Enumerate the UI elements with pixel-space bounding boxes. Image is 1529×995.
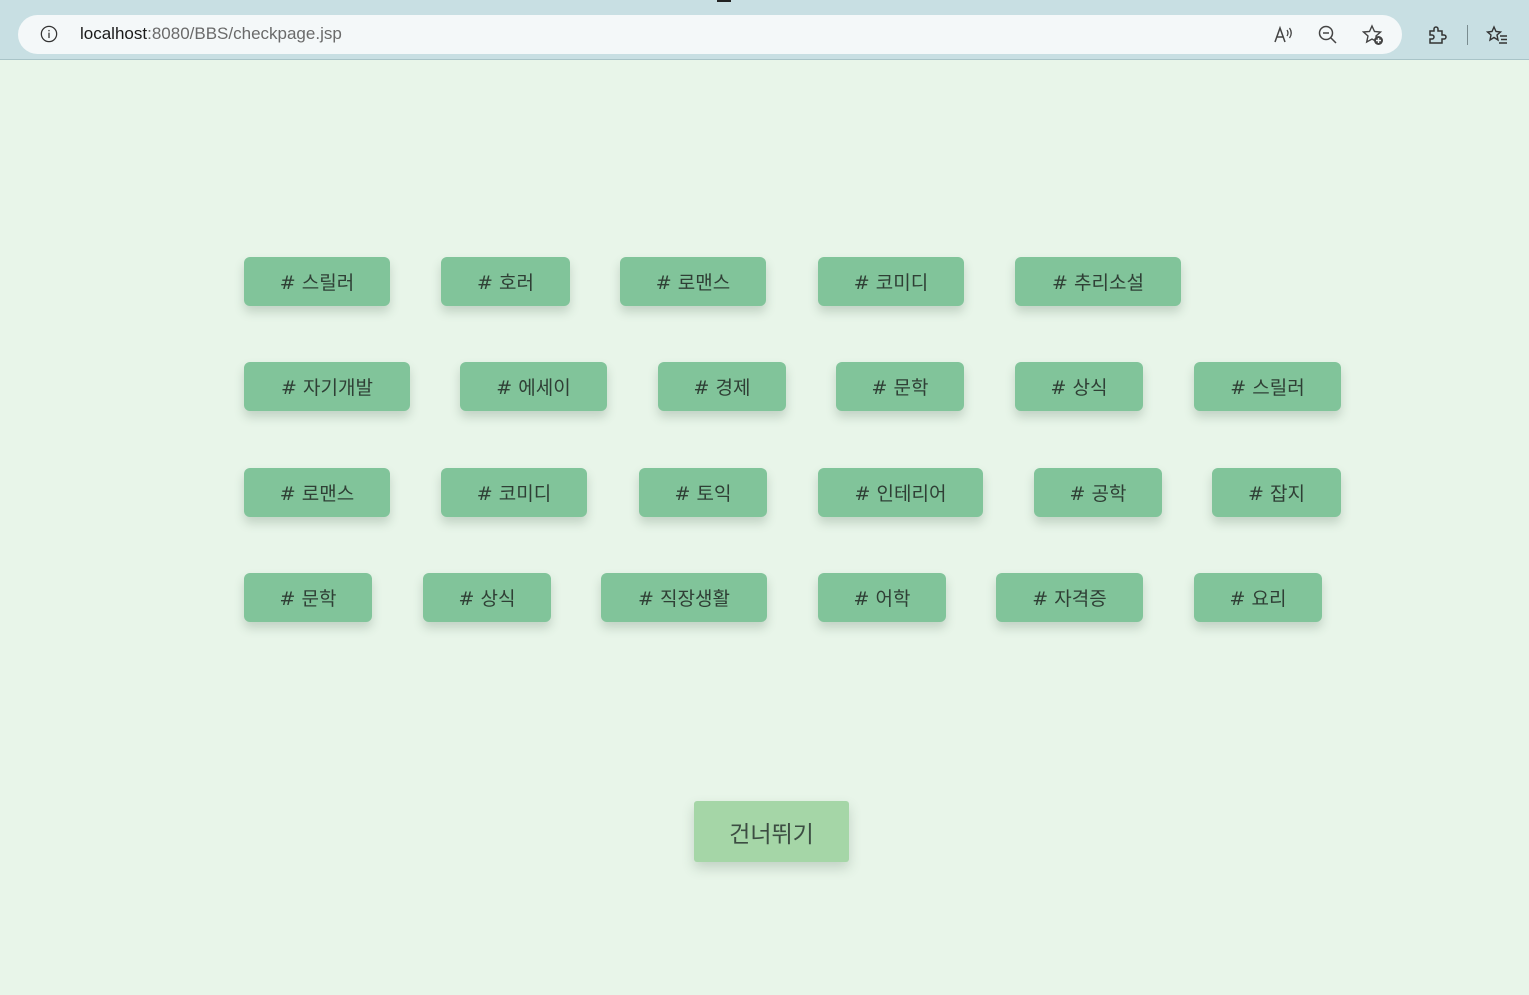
read-aloud-icon[interactable] (1272, 24, 1294, 46)
info-icon[interactable] (40, 25, 58, 43)
tag-button[interactable]: # 요리 (1194, 573, 1322, 622)
tag-button[interactable]: # 자격증 (996, 573, 1143, 622)
tag-button[interactable]: # 로맨스 (244, 468, 390, 517)
url-path: :8080/BBS/checkpage.jsp (147, 24, 342, 43)
tag-button[interactable]: # 문학 (244, 573, 372, 622)
browser-toolbar: localhost:8080/BBS/checkpage.jsp (0, 0, 1529, 60)
tag-button[interactable]: # 스릴러 (1194, 362, 1341, 411)
tag-button[interactable]: # 로맨스 (620, 257, 766, 306)
url-text[interactable]: localhost:8080/BBS/checkpage.jsp (80, 24, 342, 44)
skip-button[interactable]: 건너뛰기 (694, 801, 849, 862)
favorites-icon[interactable] (1485, 24, 1508, 46)
extensions-icon[interactable] (1426, 24, 1448, 46)
tag-button[interactable]: # 공학 (1034, 468, 1162, 517)
tag-button[interactable]: # 어학 (818, 573, 946, 622)
zoom-out-icon[interactable] (1317, 24, 1339, 46)
tag-button[interactable]: # 경제 (658, 362, 786, 411)
url-host: localhost (80, 24, 148, 43)
tag-button[interactable]: # 코미디 (441, 468, 587, 517)
address-bar[interactable]: localhost:8080/BBS/checkpage.jsp (18, 15, 1402, 54)
toolbar-separator (1467, 25, 1468, 45)
tag-button[interactable]: # 에세이 (460, 362, 607, 411)
tag-button[interactable]: # 호러 (441, 257, 570, 306)
add-favorite-icon[interactable] (1361, 24, 1384, 46)
tag-button[interactable]: # 토익 (639, 468, 767, 517)
tag-button[interactable]: # 직장생활 (601, 573, 767, 622)
tag-button[interactable]: # 스릴러 (244, 257, 390, 306)
window-notch (717, 0, 731, 2)
tag-button[interactable]: # 인테리어 (818, 468, 983, 517)
tag-button[interactable]: # 자기개발 (244, 362, 410, 411)
tag-button[interactable]: # 상식 (423, 573, 551, 622)
tag-button[interactable]: # 잡지 (1212, 468, 1341, 517)
tag-button[interactable]: # 상식 (1015, 362, 1143, 411)
tag-button[interactable]: # 추리소설 (1015, 257, 1181, 306)
tag-button[interactable]: # 코미디 (818, 257, 964, 306)
tag-button[interactable]: # 문학 (836, 362, 964, 411)
